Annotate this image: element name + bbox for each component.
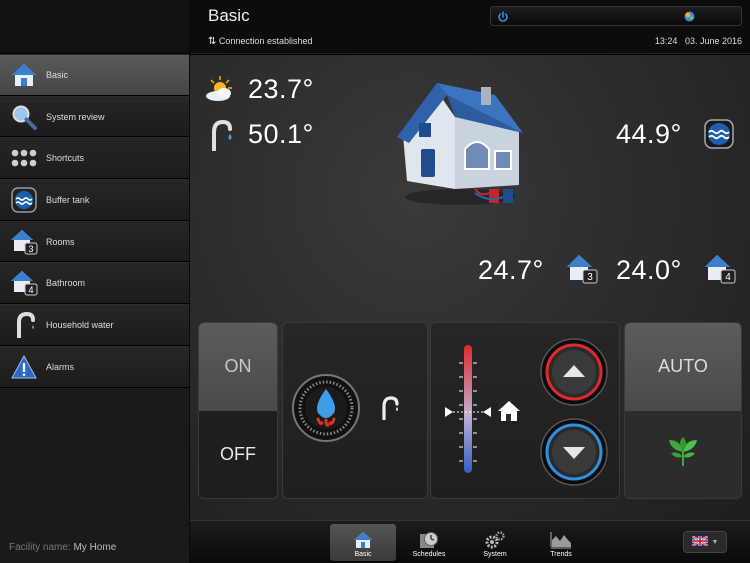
house-3-icon: 3	[566, 254, 598, 289]
tab-label: Trends	[550, 551, 572, 558]
facility-name: Facility name: My Home	[9, 542, 116, 553]
datetime: 13:24 03. June 2016	[655, 36, 742, 46]
sun-cloud-icon	[204, 75, 236, 108]
on-button[interactable]: ON	[199, 323, 277, 411]
connection-status: ⇅ Connection established	[208, 36, 312, 47]
house-4-icon: 4	[704, 254, 736, 289]
outdoor-temperature: 23.7°	[248, 74, 314, 104]
tab-label: Schedules	[412, 551, 446, 558]
language-selector[interactable]: ▼	[683, 531, 727, 553]
auto-button[interactable]: AUTO	[625, 323, 741, 411]
off-button[interactable]: OFF	[199, 410, 277, 498]
power-icon[interactable]	[497, 10, 509, 28]
sidebar-item-label: Alarms	[46, 361, 75, 372]
main-dashboard: 23.7° 50.1° 44.9° 24.7° 3 24.0° 4 ON OFF…	[190, 55, 750, 520]
faucet-icon	[208, 119, 232, 156]
auto-mode-panel: AUTO	[624, 322, 742, 499]
grid-dots-icon	[10, 144, 38, 172]
heating-flame-button[interactable]	[291, 373, 361, 448]
tab-schedules[interactable]: Schedules	[396, 524, 462, 561]
sidebar-item-label: Bathroom	[46, 278, 86, 289]
svg-text:4: 4	[28, 285, 33, 295]
sidebar-item-label: Household water	[46, 319, 114, 330]
connection-text: Connection established	[218, 36, 313, 46]
page-title: Basic	[208, 6, 250, 25]
leaf-icon	[666, 435, 700, 474]
eco-button[interactable]	[625, 410, 741, 498]
house-4-icon: 4	[10, 269, 38, 297]
buffer-tank-icon	[10, 186, 38, 214]
time: 13:24	[654, 36, 678, 46]
temperature-down-button[interactable]	[539, 417, 609, 492]
buffer-tank-temperature: 44.9°	[616, 119, 682, 149]
status-bar	[490, 6, 742, 26]
house-illustration-icon	[395, 77, 525, 212]
tab-trends[interactable]: Trends	[528, 524, 594, 561]
house-3-icon: 3	[10, 228, 38, 256]
tab-system[interactable]: System	[462, 524, 528, 561]
sidebar-item-household-water[interactable]: Household water	[0, 304, 189, 346]
faucet-icon	[10, 311, 38, 339]
thermostat-panel	[430, 322, 620, 499]
gears-icon	[485, 531, 505, 549]
on-off-panel: ON OFF	[198, 322, 278, 499]
temperature-up-button[interactable]	[539, 337, 609, 412]
room3-temperature: 24.7°	[478, 255, 544, 285]
schedule-clock-icon	[420, 532, 438, 548]
facility-label: Facility name:	[9, 542, 71, 553]
sidebar-item-basic[interactable]: Basic	[0, 54, 189, 96]
heating-mode-panel	[282, 322, 428, 499]
room4-temperature: 24.0°	[616, 255, 682, 285]
connection-arrows-icon: ⇅	[208, 36, 217, 47]
buffer-tank-icon	[704, 119, 734, 154]
sidebar-item-shortcuts[interactable]: Shortcuts	[0, 137, 189, 180]
date: 03. June 2016	[684, 36, 742, 46]
sidebar-item-label: Shortcuts	[46, 153, 85, 164]
trends-chart-icon	[550, 532, 571, 549]
sidebar-item-buffer-tank[interactable]: Buffer tank	[0, 179, 189, 221]
sidebar-item-label: Rooms	[46, 236, 75, 247]
chevron-down-icon: ▼	[711, 538, 719, 546]
sidebar-item-bathroom[interactable]: 4 Bathroom	[0, 262, 189, 305]
tab-label: Basic	[354, 551, 372, 558]
facility-value: My Home	[73, 542, 117, 553]
sun-network-icon	[683, 10, 696, 28]
house-icon	[10, 61, 38, 89]
faucet-icon[interactable]	[379, 396, 399, 425]
tab-basic[interactable]: Basic	[330, 524, 396, 561]
warning-icon	[10, 353, 38, 381]
svg-text:3: 3	[28, 244, 33, 254]
sidebar-item-system-review[interactable]: System review	[0, 95, 189, 138]
thermometer-slider[interactable]	[443, 343, 523, 482]
sidebar-header	[0, 0, 189, 54]
magnifier-icon	[10, 103, 38, 131]
sidebar-item-label: System review	[46, 111, 105, 122]
sidebar: Basic System review Shortcuts Buffer tan…	[0, 0, 190, 563]
sidebar-item-label: Buffer tank	[46, 194, 90, 205]
sidebar-item-label: Basic	[46, 69, 69, 80]
room3-badge: 3	[587, 272, 593, 283]
uk-flag-icon	[691, 533, 709, 551]
sidebar-item-alarms[interactable]: Alarms	[0, 345, 189, 388]
tab-label: System	[483, 551, 507, 558]
room4-badge: 4	[725, 272, 731, 283]
header: Basic ⇅ Connection established 13:24 03.…	[190, 0, 750, 54]
bottom-tab-bar: Basic Schedules System Trends ▼	[190, 520, 750, 563]
sidebar-item-rooms[interactable]: 3 Rooms	[0, 220, 189, 263]
house-icon	[354, 532, 372, 548]
hot-water-temperature: 50.1°	[248, 119, 314, 149]
